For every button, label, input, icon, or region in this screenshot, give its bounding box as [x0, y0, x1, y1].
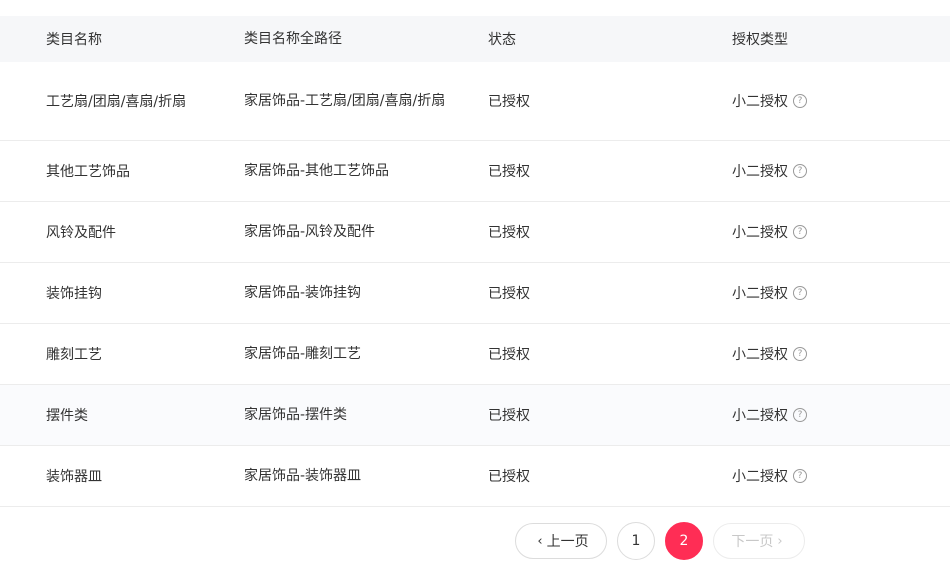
auth-type-cell: 小二授权 ?: [732, 161, 950, 181]
status: 已授权: [488, 94, 530, 110]
auth-type: 小二授权: [732, 469, 788, 485]
table-row: 雕刻工艺 家居饰品-雕刻工艺 已授权 小二授权 ?: [0, 324, 950, 385]
question-circle-icon[interactable]: ?: [793, 94, 807, 108]
header-status: 状态: [488, 32, 516, 48]
category-path: 家居饰品-摆件类: [244, 407, 348, 423]
category-path: 家居饰品-风铃及配件: [244, 224, 376, 240]
question-circle-icon[interactable]: ?: [793, 164, 807, 178]
table-row: 装饰挂钩 家居饰品-装饰挂钩 已授权 小二授权 ?: [0, 263, 950, 324]
table-row: 装饰器皿 家居饰品-装饰器皿 已授权 小二授权 ?: [0, 446, 950, 507]
status: 已授权: [488, 286, 530, 302]
auth-type: 小二授权: [732, 286, 788, 302]
auth-type: 小二授权: [732, 164, 788, 180]
auth-type: 小二授权: [732, 408, 788, 424]
category-path: 家居饰品-装饰器皿: [244, 468, 362, 484]
category-name: 装饰挂钩: [46, 286, 102, 302]
auth-type: 小二授权: [732, 347, 788, 363]
category-name: 摆件类: [46, 408, 88, 424]
auth-type-cell: 小二授权 ?: [732, 283, 950, 303]
header-category-path: 类目名称全路径: [244, 31, 342, 47]
chevron-right-icon: ›: [777, 533, 783, 549]
header-auth-type: 授权类型: [732, 32, 788, 48]
auth-type-cell: 小二授权 ?: [732, 405, 950, 425]
prev-page-label: 上一页: [546, 534, 589, 550]
question-circle-icon[interactable]: ?: [793, 286, 807, 300]
category-path: 家居饰品-工艺扇/团扇/喜扇/折扇: [244, 93, 446, 109]
question-circle-icon[interactable]: ?: [793, 469, 807, 483]
auth-type-cell: 小二授权 ?: [732, 222, 950, 242]
question-circle-icon[interactable]: ?: [793, 225, 807, 239]
category-name: 雕刻工艺: [46, 347, 102, 363]
category-name: 风铃及配件: [46, 225, 116, 241]
table-row: 摆件类 家居饰品-摆件类 已授权 小二授权 ?: [0, 385, 950, 446]
question-circle-icon[interactable]: ?: [793, 408, 807, 422]
status: 已授权: [488, 408, 530, 424]
auth-type: 小二授权: [732, 225, 788, 241]
status: 已授权: [488, 225, 530, 241]
page-1-button[interactable]: 1: [617, 522, 655, 560]
auth-type-cell: 小二授权 ?: [732, 466, 950, 486]
category-name: 其他工艺饰品: [46, 164, 130, 180]
status: 已授权: [488, 469, 530, 485]
pagination: ‹ 上一页 1 2 下一页 ›: [515, 522, 805, 560]
next-page-button[interactable]: 下一页 ›: [713, 523, 805, 559]
status: 已授权: [488, 164, 530, 180]
question-circle-icon[interactable]: ?: [793, 347, 807, 361]
table-row: 风铃及配件 家居饰品-风铃及配件 已授权 小二授权 ?: [0, 202, 950, 263]
category-name: 工艺扇/团扇/喜扇/折扇: [46, 94, 187, 110]
category-path: 家居饰品-雕刻工艺: [244, 346, 362, 362]
category-path: 家居饰品-其他工艺饰品: [244, 163, 390, 179]
next-page-label: 下一页: [731, 534, 774, 550]
auth-type-cell: 小二授权 ?: [732, 344, 950, 364]
table-row: 工艺扇/团扇/喜扇/折扇 家居饰品-工艺扇/团扇/喜扇/折扇 已授权 小二授权 …: [0, 62, 950, 141]
auth-type: 小二授权: [732, 94, 788, 110]
status: 已授权: [488, 347, 530, 363]
table-header: 类目名称 类目名称全路径 状态 授权类型: [0, 16, 950, 62]
category-path: 家居饰品-装饰挂钩: [244, 285, 362, 301]
category-table: 类目名称 类目名称全路径 状态 授权类型 工艺扇/团扇/喜扇/折扇 家居饰品-工…: [0, 16, 950, 507]
category-name: 装饰器皿: [46, 469, 102, 485]
auth-type-cell: 小二授权 ?: [732, 91, 950, 111]
table-row: 其他工艺饰品 家居饰品-其他工艺饰品 已授权 小二授权 ?: [0, 141, 950, 202]
prev-page-button[interactable]: ‹ 上一页: [515, 523, 607, 559]
header-category-name: 类目名称: [46, 32, 102, 48]
chevron-left-icon: ‹: [537, 533, 543, 549]
page-2-button[interactable]: 2: [665, 522, 703, 560]
